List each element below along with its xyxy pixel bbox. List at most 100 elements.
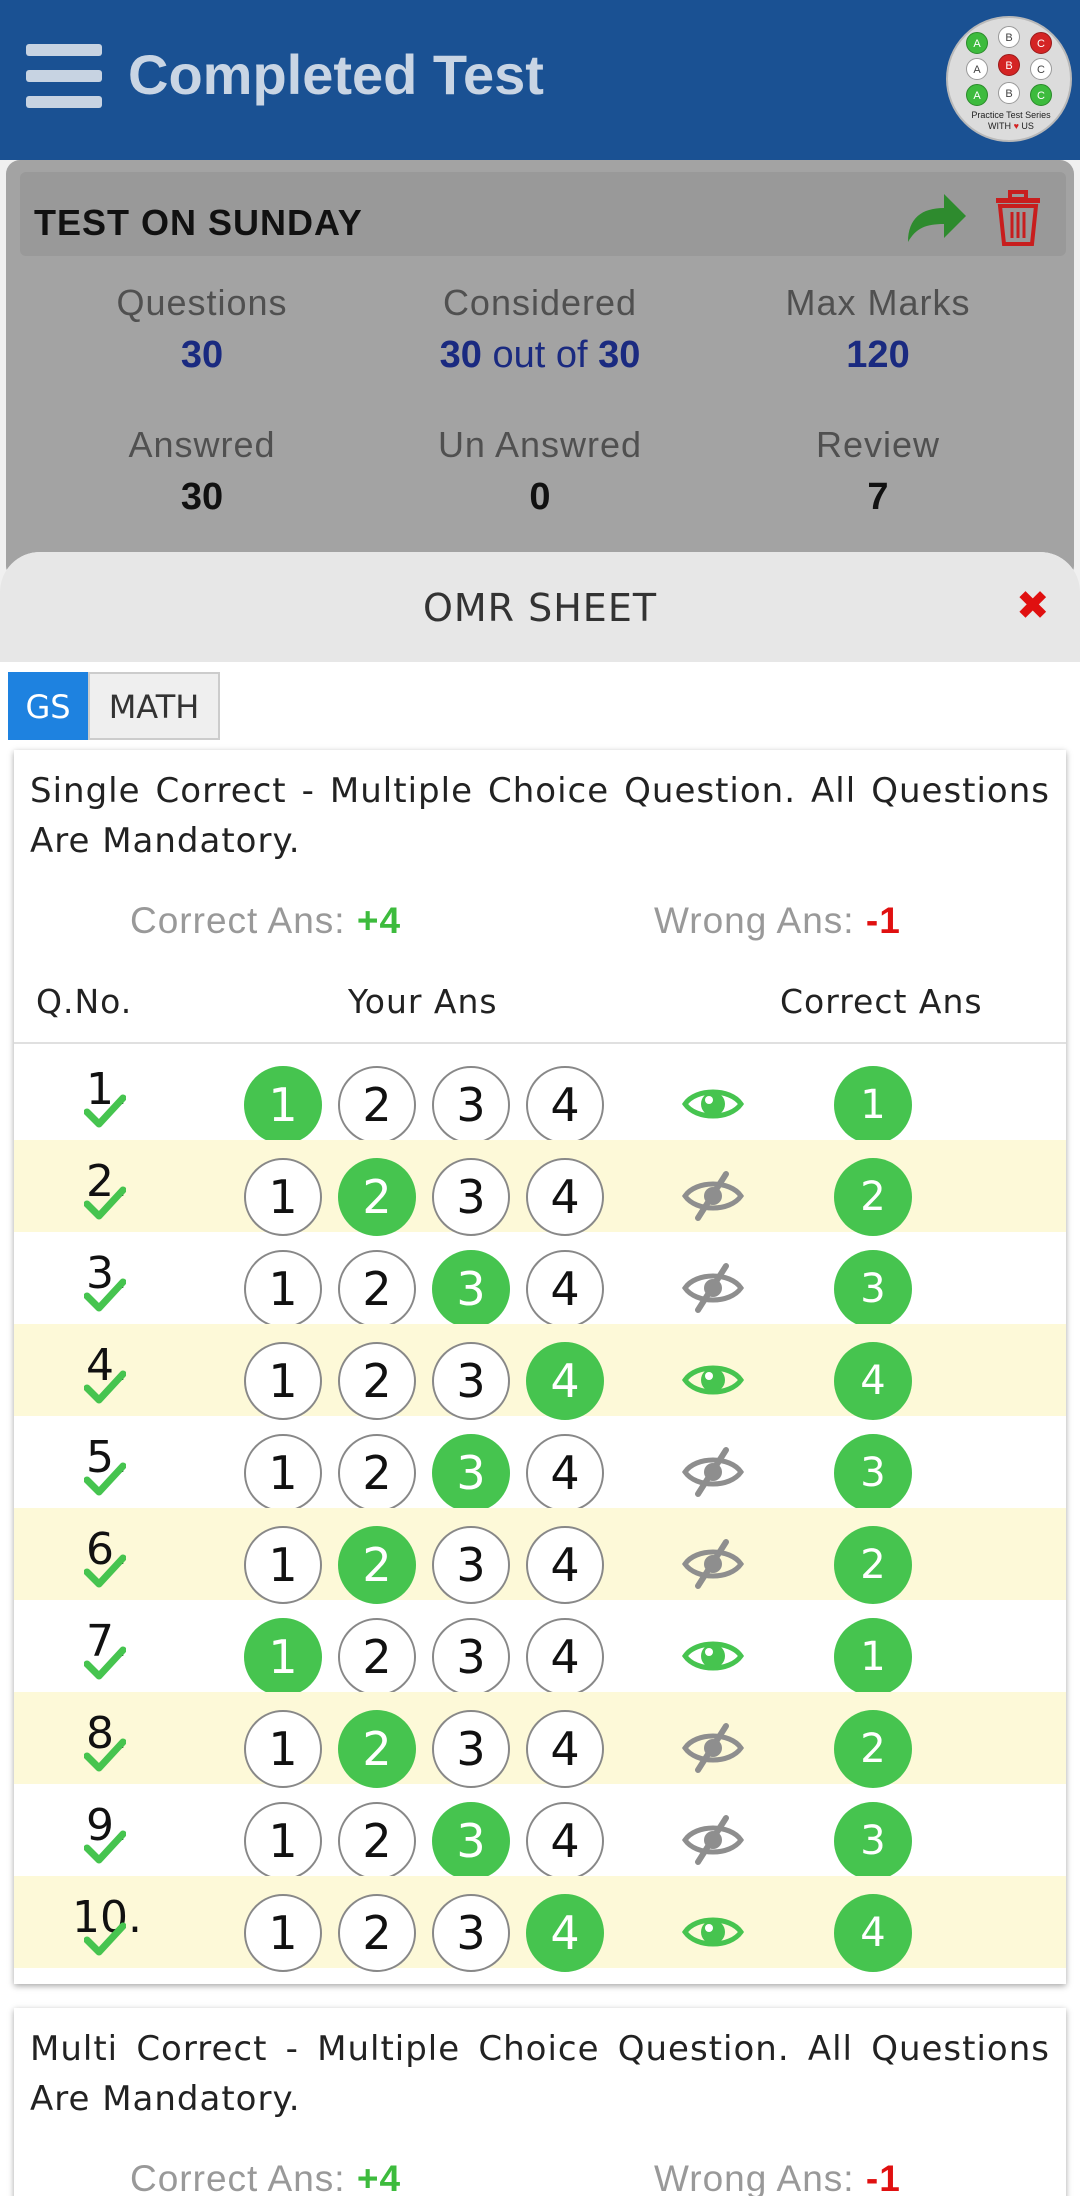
answer-bubble-3[interactable]: 3	[432, 1526, 510, 1604]
divider	[14, 1042, 1066, 1044]
logo-dot: C	[1030, 84, 1052, 106]
answer-bubble-1[interactable]: 1	[244, 1618, 322, 1696]
logo-dot: A	[966, 32, 988, 54]
correct-answer: 3	[834, 1802, 912, 1880]
answer-bubble-1[interactable]: 1	[244, 1066, 322, 1144]
tab-math[interactable]: MATH	[88, 672, 220, 740]
stat-label: Considered	[442, 282, 638, 323]
answer-row: 10. 1 2 3 4 4	[14, 1876, 1066, 1972]
answer-bubble-3[interactable]: 3	[432, 1158, 510, 1236]
check-icon	[84, 1278, 126, 1312]
omr-body: GS MATH Single Correct - Multiple Choice…	[0, 662, 1080, 2196]
answer-bubble-3[interactable]: 3	[432, 1250, 510, 1328]
answer-bubble-4[interactable]: 4	[526, 1066, 604, 1144]
stat-unanswered: Un Answred 0	[370, 424, 710, 519]
answer-bubble-2[interactable]: 2	[338, 1894, 416, 1972]
answer-bubble-4[interactable]: 4	[526, 1250, 604, 1328]
correct-marks-value: +4	[356, 2158, 402, 2196]
check-icon	[84, 1830, 126, 1864]
answer-bubble-4[interactable]: 4	[526, 1802, 604, 1880]
check-icon	[84, 1370, 126, 1404]
logo-dot: C	[1030, 58, 1052, 80]
eye-icon	[682, 1089, 744, 1119]
answer-bubble-3[interactable]: 3	[432, 1710, 510, 1788]
answer-bubble-3[interactable]: 3	[432, 1342, 510, 1420]
tab-gs[interactable]: GS	[8, 672, 88, 740]
trash-icon[interactable]	[994, 190, 1042, 246]
eye-icon	[682, 1917, 744, 1947]
answer-bubble-1[interactable]: 1	[244, 1894, 322, 1972]
check-icon	[84, 1738, 126, 1772]
stat-value: 30 out of 30	[370, 334, 710, 377]
stat-considered: Considered 30 out of 30	[370, 282, 710, 377]
answer-bubble-2[interactable]: 2	[338, 1802, 416, 1880]
answer-bubble-4[interactable]: 4	[526, 1618, 604, 1696]
correct-answer: 2	[834, 1158, 912, 1236]
stat-label: Max Marks	[785, 282, 971, 323]
menu-icon[interactable]	[26, 44, 102, 108]
answer-row: 5. 1 2 3 4 3	[14, 1416, 1066, 1512]
answer-bubble-2[interactable]: 2	[338, 1158, 416, 1236]
stat-label: Questions	[116, 282, 288, 323]
answer-bubble-4[interactable]: 4	[526, 1526, 604, 1604]
check-icon	[84, 1922, 126, 1956]
answer-bubble-3[interactable]: 3	[432, 1802, 510, 1880]
answer-bubble-3[interactable]: 3	[432, 1618, 510, 1696]
app-logo: A B C A B C A B C Practice Test Series W…	[946, 16, 1072, 142]
stat-label: Un Answred	[437, 424, 643, 465]
answer-bubble-3[interactable]: 3	[432, 1066, 510, 1144]
answer-bubble-4[interactable]: 4	[526, 1434, 604, 1512]
correct-answer: 3	[834, 1434, 912, 1512]
section-description: Single Correct - Multiple Choice Questio…	[30, 771, 1050, 861]
logo-caption: Practice Test Series WITH ♥ US	[948, 110, 1074, 132]
considered-out-of: out of	[492, 334, 588, 376]
correct-marks: Correct Ans: +4	[130, 900, 401, 942]
stat-label: Review	[815, 424, 941, 465]
omr-sheet-modal: OMR SHEET ✖ GS MATH Single Correct - Mul…	[0, 552, 1080, 2196]
heart-icon: ♥	[1013, 121, 1019, 131]
answer-bubble-1[interactable]: 1	[244, 1710, 322, 1788]
wrong-marks-label: Wrong Ans:	[654, 900, 855, 941]
correct-answer: 2	[834, 1526, 912, 1604]
eye-slash-icon	[682, 1447, 744, 1497]
stat-label: Answred	[128, 424, 276, 465]
answer-bubble-2[interactable]: 2	[338, 1618, 416, 1696]
answer-bubble-2[interactable]: 2	[338, 1526, 416, 1604]
answer-bubble-4[interactable]: 4	[526, 1710, 604, 1788]
logo-caption-line1: Practice Test Series	[971, 110, 1051, 120]
eye-slash-icon	[682, 1723, 744, 1773]
answer-bubble-2[interactable]: 2	[338, 1710, 416, 1788]
answer-bubble-1[interactable]: 1	[244, 1802, 322, 1880]
answer-bubble-4[interactable]: 4	[526, 1158, 604, 1236]
answer-row: 6. 1 2 3 4 2	[14, 1508, 1066, 1604]
answer-row: 9. 1 2 3 4 3	[14, 1784, 1066, 1880]
answer-bubble-1[interactable]: 1	[244, 1158, 322, 1236]
answer-bubble-1[interactable]: 1	[244, 1342, 322, 1420]
correct-answer: 2	[834, 1710, 912, 1788]
answer-bubble-1[interactable]: 1	[244, 1434, 322, 1512]
answer-bubble-3[interactable]: 3	[432, 1434, 510, 1512]
wrong-marks-value: -1	[865, 900, 901, 941]
answer-bubble-2[interactable]: 2	[338, 1434, 416, 1512]
answer-bubble-3[interactable]: 3	[432, 1894, 510, 1972]
correct-answer: 1	[834, 1618, 912, 1696]
check-icon	[84, 1554, 126, 1588]
check-icon	[84, 1646, 126, 1680]
answer-bubble-4[interactable]: 4	[526, 1894, 604, 1972]
answer-bubble-2[interactable]: 2	[338, 1066, 416, 1144]
answer-row: 7. 1 2 3 4 1	[14, 1600, 1066, 1696]
answer-bubble-4[interactable]: 4	[526, 1342, 604, 1420]
correct-marks-label: Correct Ans:	[130, 2158, 346, 2196]
close-icon[interactable]: ✖	[1016, 586, 1050, 626]
share-icon[interactable]	[904, 188, 968, 244]
answer-bubble-1[interactable]: 1	[244, 1250, 322, 1328]
answer-bubble-2[interactable]: 2	[338, 1250, 416, 1328]
answer-bubble-1[interactable]: 1	[244, 1526, 322, 1604]
answer-row: 8. 1 2 3 4 2	[14, 1692, 1066, 1788]
omr-title: OMR SHEET	[422, 586, 658, 630]
logo-caption-with: WITH	[988, 121, 1012, 131]
stat-answered: Answred 30	[32, 424, 372, 519]
stat-value: 7	[867, 476, 889, 518]
answer-bubble-2[interactable]: 2	[338, 1342, 416, 1420]
logo-dot: A	[966, 84, 988, 106]
